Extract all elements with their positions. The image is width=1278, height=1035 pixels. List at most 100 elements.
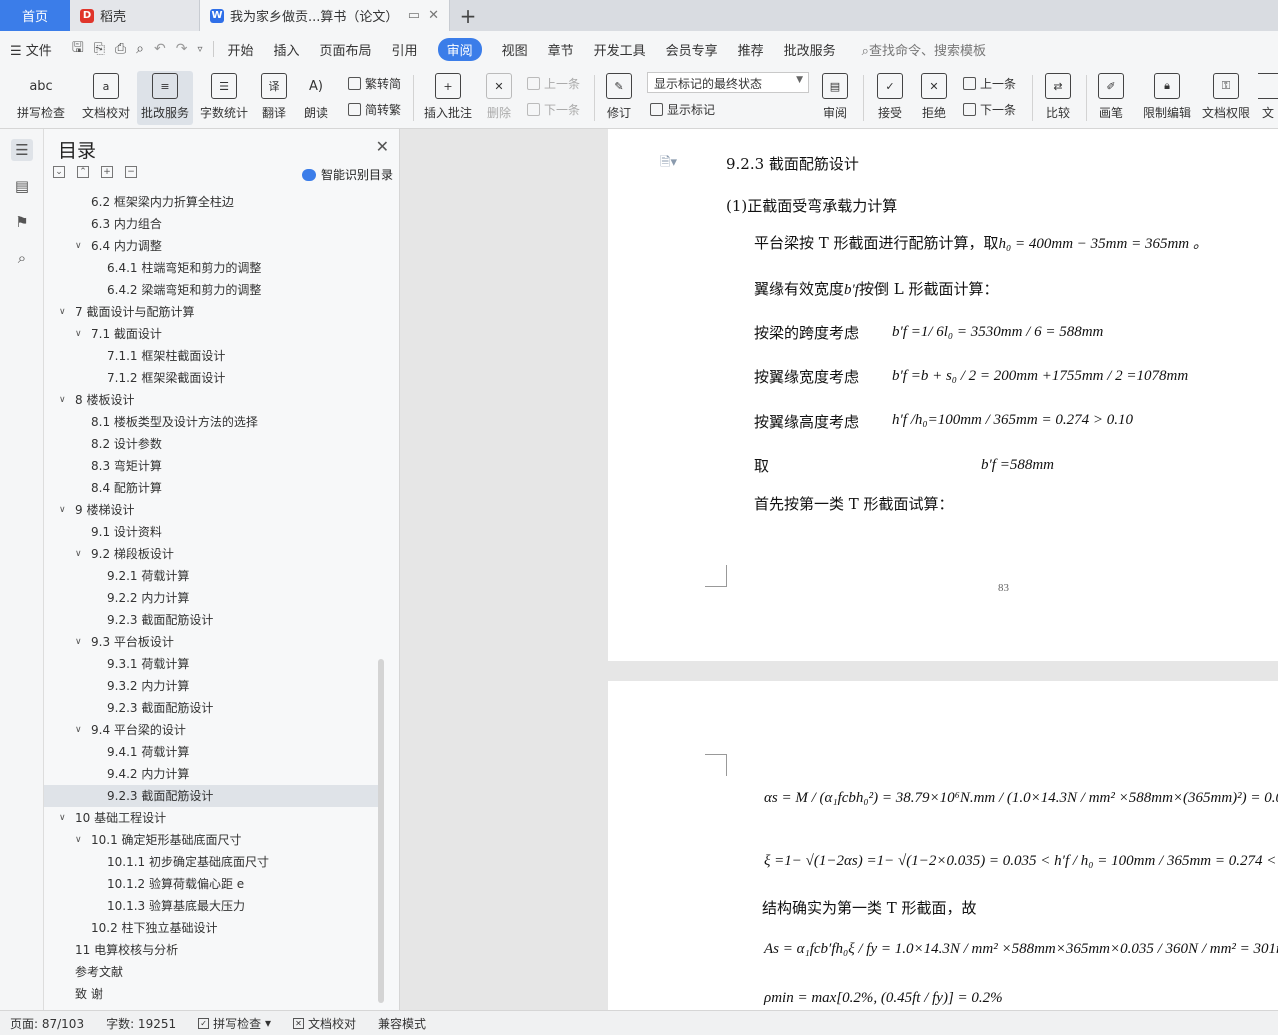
proofread-button[interactable]: a 文档校对 — [78, 71, 134, 125]
chevron-down-icon[interactable]: ∨ — [59, 389, 66, 411]
show-markup-button[interactable]: 显示标记 — [650, 101, 715, 118]
chevron-down-icon[interactable]: ∨ — [75, 631, 82, 653]
preview-icon[interactable]: ⌕ — [136, 41, 144, 57]
toc-item[interactable]: 6.4.2 梁端弯矩和剪力的调整 — [44, 279, 380, 301]
bookmark-icon[interactable]: ⚑ — [11, 211, 33, 233]
correction-service-button[interactable]: ≡ 批改服务 — [137, 71, 193, 125]
accept-button[interactable]: ✓ 接受 — [870, 71, 910, 125]
remove-level-icon[interactable]: − — [125, 166, 137, 178]
toc-item[interactable]: 10.1.3 验算基底最大压力 — [44, 895, 380, 917]
toc-item[interactable]: 6.2 框架梁内力折算全柱边 — [44, 191, 380, 213]
chevron-down-icon[interactable]: ∨ — [75, 829, 82, 851]
trad-to-simp-button[interactable]: 繁转简 — [348, 75, 401, 92]
paragraph-doc-icon[interactable]: 🗎▾ — [660, 153, 677, 175]
toc-item[interactable]: 9.2.1 荷载计算 — [44, 565, 380, 587]
toc-item[interactable]: 10.1.1 初步确定基础底面尺寸 — [44, 851, 380, 873]
toc-item[interactable]: ∨ 9.4 平台梁的设计 — [44, 719, 380, 741]
toc-item[interactable]: ∨ 9 楼梯设计 — [44, 499, 380, 521]
toc-item[interactable]: 9.3.1 荷载计算 — [44, 653, 380, 675]
menu-review[interactable]: 审阅 — [437, 37, 482, 61]
toc-scrollbar[interactable] — [378, 659, 384, 1003]
redo-icon[interactable]: ↷ — [176, 41, 188, 57]
read-aloud-button[interactable]: A) 朗读 — [298, 71, 334, 125]
spell-check-toggle[interactable]: ✓ 拼写检查 ▾ — [198, 1015, 271, 1032]
chevron-down-icon[interactable]: ∨ — [75, 719, 82, 741]
compare-button[interactable]: ⇄ 比较 — [1038, 71, 1078, 125]
toc-item[interactable]: ∨ 7.1 截面设计 — [44, 323, 380, 345]
toc-item[interactable]: 8.2 设计参数 — [44, 433, 380, 455]
proofread-status[interactable]: ✕ 文档校对 — [292, 1015, 356, 1032]
toc-item[interactable]: 10.1.2 验算荷载偏心距 e — [44, 873, 380, 895]
toc-item[interactable]: 11 电算校核与分析 — [44, 939, 380, 961]
screen-icon[interactable]: ▭ — [408, 8, 420, 23]
toc-item[interactable]: ∨ 6.4 内力调整 — [44, 235, 380, 257]
print-icon[interactable]: ⎙ — [115, 41, 126, 57]
chevron-down-icon[interactable]: ∨ — [59, 499, 66, 521]
toc-item[interactable]: 7.1.1 框架柱截面设计 — [44, 345, 380, 367]
menu-correction[interactable]: 批改服务 — [784, 40, 836, 59]
menu-developer[interactable]: 开发工具 — [594, 40, 646, 59]
delete-comment-button[interactable]: ✕ 删除 — [480, 71, 518, 125]
toc-item[interactable]: 9.1 设计资料 — [44, 521, 380, 543]
toc-item[interactable]: 9.3.2 内力计算 — [44, 675, 380, 697]
toc-item[interactable]: 9.2.3 截面配筋设计 — [44, 609, 380, 631]
collapse-all-icon[interactable]: ⌄ — [53, 166, 65, 178]
insert-comment-button[interactable]: + 插入批注 — [420, 71, 476, 125]
toc-item[interactable]: 8.3 弯矩计算 — [44, 455, 380, 477]
toc-item[interactable]: ∨ 8 楼板设计 — [44, 389, 380, 411]
toc-item[interactable]: 9.2.3 截面配筋设计 — [44, 697, 380, 719]
toc-item[interactable]: ∨ 10.1 确定矩形基础底面尺寸 — [44, 829, 380, 851]
simp-to-trad-button[interactable]: 简转繁 — [348, 101, 401, 118]
doc-permission-button[interactable]: ⚿ 文档权限 — [1199, 71, 1253, 125]
toc-item[interactable]: 6.3 内力组合 — [44, 213, 380, 235]
review-pane-button[interactable]: ▤ 审阅 — [815, 71, 855, 125]
toc-item[interactable]: 8.1 楼板类型及设计方法的选择 — [44, 411, 380, 433]
next-comment-button[interactable]: 下一条 — [527, 101, 580, 118]
chevron-down-icon[interactable]: ∨ — [75, 543, 82, 565]
menu-start[interactable]: 开始 — [228, 40, 254, 59]
chevron-down-icon[interactable]: ∨ — [59, 301, 66, 323]
save-icon[interactable]: 🖫 — [72, 37, 84, 61]
undo-icon[interactable]: ↶ — [154, 41, 166, 57]
toc-item[interactable]: 10.2 柱下独立基础设计 — [44, 917, 380, 939]
tab-home[interactable]: 首页 — [0, 0, 70, 31]
new-tab-button[interactable]: + — [450, 0, 486, 31]
toc-item[interactable]: ∨ 10 基础工程设计 — [44, 807, 380, 829]
reject-button[interactable]: ✕ 拒绝 — [914, 71, 954, 125]
chevron-down-icon[interactable]: ∨ — [75, 235, 82, 257]
toc-item[interactable]: 参考文献 — [44, 961, 380, 983]
menu-recommend[interactable]: 推荐 — [738, 40, 764, 59]
chevron-down-icon[interactable]: ∨ — [75, 323, 82, 345]
menu-insert[interactable]: 插入 — [274, 40, 300, 59]
toc-item[interactable]: ∨ 9.2 梯段板设计 — [44, 543, 380, 565]
toc-item[interactable]: ∨ 7 截面设计与配筋计算 — [44, 301, 380, 323]
quick-access-dropdown-icon[interactable]: ▿ — [197, 44, 202, 55]
prev-comment-button[interactable]: 上一条 — [527, 75, 580, 92]
smart-toc-button[interactable]: 智能识别目录 — [301, 166, 393, 183]
toc-item[interactable]: 7.1.2 框架梁截面设计 — [44, 367, 380, 389]
more-ribbon-button[interactable]: 文 — [1258, 71, 1278, 125]
toc-item[interactable]: 9.2.3 截面配筋设计 — [44, 785, 380, 807]
add-level-icon[interactable]: + — [101, 166, 113, 178]
menu-reference[interactable]: 引用 — [392, 40, 418, 59]
word-count-button[interactable]: ☰ 字数统计 — [197, 71, 251, 125]
translate-button[interactable]: 译 翻译 — [255, 71, 293, 125]
toc-item[interactable]: ∨ 9.3 平台板设计 — [44, 631, 380, 653]
page-indicator[interactable]: 页面: 87/103 — [10, 1015, 84, 1032]
search-icon[interactable]: ⌕ — [11, 247, 33, 269]
export-icon[interactable]: ⎘ — [94, 41, 105, 57]
pen-button[interactable]: ✐ 画笔 — [1093, 71, 1129, 125]
menu-chapter[interactable]: 章节 — [548, 40, 574, 59]
prev-change-button[interactable]: 上一条 — [963, 75, 1016, 92]
track-changes-button[interactable]: ✎ 修订 — [600, 71, 638, 125]
toc-item[interactable]: 致 谢 — [44, 983, 380, 1005]
section-nav-icon[interactable]: ▤ — [11, 175, 33, 197]
toc-item[interactable]: 8.4 配筋计算 — [44, 477, 380, 499]
command-search[interactable]: ⌕查找命令、搜索模板 — [862, 40, 986, 59]
toc-item[interactable]: 9.2.2 内力计算 — [44, 587, 380, 609]
menu-member[interactable]: 会员专享 — [666, 40, 718, 59]
tab-document[interactable]: W 我为家乡做贡...算书（论文） ▭ ✕ — [200, 0, 450, 31]
spell-check-button[interactable]: abc 拼写检查 — [8, 71, 74, 125]
file-menu[interactable]: ☰ 文件 — [10, 40, 52, 59]
expand-up-icon[interactable]: ⌃ — [77, 166, 89, 178]
